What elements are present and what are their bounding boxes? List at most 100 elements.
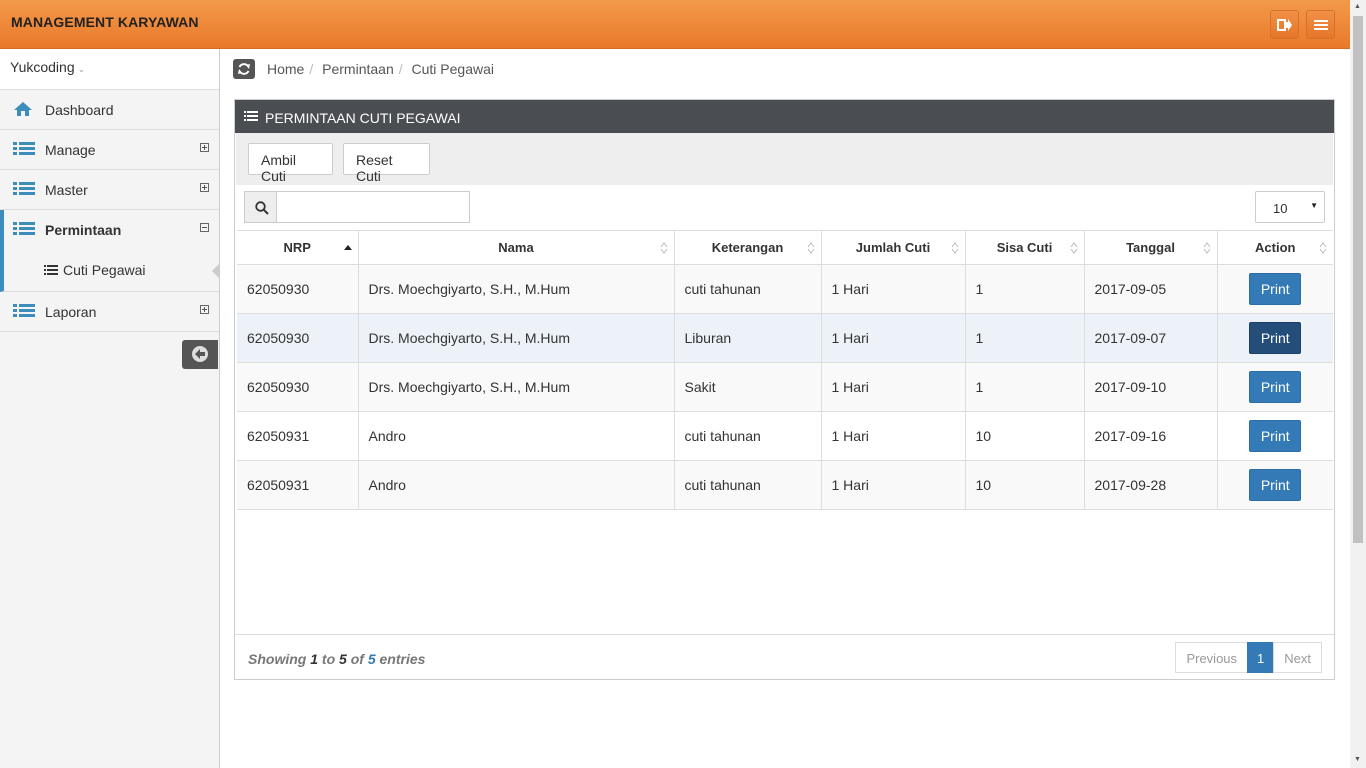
cell-keterangan: Sakit bbox=[674, 362, 822, 412]
cell-nama: Andro bbox=[358, 411, 675, 461]
cell-keterangan: Liburan bbox=[674, 313, 822, 363]
search-addon bbox=[244, 191, 277, 223]
refresh-button[interactable] bbox=[233, 59, 255, 79]
column-header-jumlah-cuti[interactable]: Jumlah Cuti bbox=[821, 230, 966, 265]
ambil-cuti-button[interactable]: Ambil Cuti bbox=[248, 143, 333, 184]
table-row: 62050931 Andro cuti tahunan 1 Hari 10 20… bbox=[237, 460, 1333, 510]
cell-nrp: 62050930 bbox=[237, 264, 359, 314]
expand-icon[interactable] bbox=[200, 305, 209, 314]
sidebar-subitem-cuti-pegawai[interactable]: Cuti Pegawai bbox=[0, 250, 220, 292]
sidebar-collapse-button[interactable] bbox=[182, 340, 218, 369]
sidebar-item-label: Laporan bbox=[45, 304, 97, 320]
cell-nama: Drs. Moechgiyarto, S.H., M.Hum bbox=[358, 362, 675, 412]
arrow-circle-left-icon bbox=[192, 346, 208, 362]
cell-sisa-cuti: 1 bbox=[965, 362, 1085, 412]
sort-icon bbox=[951, 242, 958, 254]
expand-icon[interactable] bbox=[200, 143, 209, 152]
sort-asc-icon bbox=[343, 245, 352, 250]
cell-tanggal: 2017-09-07 bbox=[1084, 313, 1218, 363]
table-row: 62050930 Drs. Moechgiyarto, S.H., M.Hum … bbox=[237, 313, 1333, 363]
menu-toggle-button[interactable] bbox=[1306, 10, 1335, 39]
cell-jumlah-cuti: 1 Hari bbox=[821, 460, 966, 510]
next-page-button[interactable]: Next bbox=[1273, 642, 1322, 673]
panel-footer: Showing 1 to 5 of 5 entries Previous 1 N… bbox=[235, 634, 1334, 679]
print-button[interactable]: Print bbox=[1249, 273, 1302, 305]
print-button[interactable]: Print bbox=[1249, 420, 1302, 452]
print-button[interactable]: Print bbox=[1249, 322, 1302, 354]
collapse-icon[interactable] bbox=[200, 223, 209, 232]
page-button-current[interactable]: 1 bbox=[1247, 642, 1275, 673]
column-header-action[interactable]: Action bbox=[1217, 230, 1333, 265]
sign-out-icon bbox=[1277, 19, 1292, 31]
column-header-tanggal[interactable]: Tanggal bbox=[1084, 230, 1218, 265]
sidebar-item-dashboard[interactable]: Dashboard bbox=[0, 90, 219, 130]
page-scrollbar[interactable]: ▲ ▼ bbox=[1350, 0, 1366, 768]
cell-sisa-cuti: 10 bbox=[965, 411, 1085, 461]
sort-icon bbox=[1203, 242, 1210, 254]
page-length-value: 10 bbox=[1273, 201, 1288, 216]
sidebar-item-label: Dashboard bbox=[45, 102, 114, 118]
cell-nama: Drs. Moechgiyarto, S.H., M.Hum bbox=[358, 313, 675, 363]
cell-action: Print bbox=[1217, 411, 1333, 461]
sidebar: Yukcoding ⌄ Dashboard Manage Master Perm… bbox=[0, 49, 220, 768]
list-icon bbox=[44, 265, 58, 275]
cell-jumlah-cuti: 1 Hari bbox=[821, 362, 966, 412]
list-icon bbox=[13, 182, 35, 195]
print-button[interactable]: Print bbox=[1249, 469, 1302, 501]
column-header-keterangan[interactable]: Keterangan bbox=[674, 230, 822, 265]
cuti-panel: PERMINTAAN CUTI PEGAWAI Ambil Cuti Reset… bbox=[234, 99, 1335, 680]
print-button[interactable]: Print bbox=[1249, 371, 1302, 403]
cell-action: Print bbox=[1217, 460, 1333, 510]
cell-sisa-cuti: 10 bbox=[965, 460, 1085, 510]
breadcrumb-home[interactable]: Home bbox=[267, 61, 304, 77]
cell-tanggal: 2017-09-28 bbox=[1084, 460, 1218, 510]
sort-icon bbox=[1070, 242, 1077, 254]
scroll-up-icon[interactable]: ▲ bbox=[1354, 3, 1361, 10]
expand-icon[interactable] bbox=[200, 183, 209, 192]
table-header-row: NRP Nama Keterangan Jumlah Cuti Sisa Cut… bbox=[237, 230, 1333, 265]
cell-action: Print bbox=[1217, 362, 1333, 412]
app-title: MANAGEMENT KARYAWAN bbox=[11, 14, 199, 30]
breadcrumb-permintaan[interactable]: Permintaan bbox=[322, 61, 394, 77]
search-group bbox=[244, 191, 470, 223]
sort-icon bbox=[807, 242, 814, 254]
sidebar-item-permintaan[interactable]: Permintaan bbox=[0, 210, 219, 250]
column-header-nrp[interactable]: NRP bbox=[237, 230, 359, 265]
scrollbar-thumb[interactable] bbox=[1353, 16, 1363, 543]
logout-button[interactable] bbox=[1270, 10, 1299, 39]
cell-nama: Drs. Moechgiyarto, S.H., M.Hum bbox=[358, 264, 675, 314]
sidebar-item-master[interactable]: Master bbox=[0, 170, 219, 210]
cell-keterangan: cuti tahunan bbox=[674, 411, 822, 461]
list-icon bbox=[13, 142, 35, 155]
search-icon bbox=[255, 201, 269, 215]
table-row: 62050930 Drs. Moechgiyarto, S.H., M.Hum … bbox=[237, 264, 1333, 314]
cuti-table: NRP Nama Keterangan Jumlah Cuti Sisa Cut… bbox=[237, 230, 1333, 510]
breadcrumb-current: Cuti Pegawai bbox=[411, 61, 495, 77]
table-row: 62050931 Andro cuti tahunan 1 Hari 10 20… bbox=[237, 411, 1333, 461]
cell-keterangan: cuti tahunan bbox=[674, 460, 822, 510]
scroll-down-icon[interactable]: ▼ bbox=[1354, 756, 1361, 763]
sidebar-item-laporan[interactable]: Laporan bbox=[0, 292, 219, 332]
home-icon bbox=[14, 102, 32, 116]
top-navbar: MANAGEMENT KARYAWAN bbox=[0, 0, 1350, 49]
user-name: Yukcoding bbox=[10, 59, 75, 75]
active-indicator bbox=[212, 263, 220, 279]
user-dropdown[interactable]: Yukcoding ⌄ bbox=[0, 49, 219, 90]
sidebar-subitem-label: Cuti Pegawai bbox=[63, 262, 146, 278]
search-input[interactable] bbox=[276, 191, 470, 223]
page-length-select[interactable]: 10 ▼ bbox=[1255, 191, 1325, 223]
sidebar-item-label: Permintaan bbox=[45, 222, 122, 238]
previous-page-button[interactable]: Previous bbox=[1175, 642, 1249, 673]
cell-keterangan: cuti tahunan bbox=[674, 264, 822, 314]
column-header-sisa-cuti[interactable]: Sisa Cuti bbox=[965, 230, 1085, 265]
reset-cuti-button[interactable]: Reset Cuti bbox=[343, 143, 430, 184]
sidebar-item-label: Manage bbox=[45, 142, 96, 158]
cell-jumlah-cuti: 1 Hari bbox=[821, 313, 966, 363]
sort-icon bbox=[660, 242, 667, 254]
cell-sisa-cuti: 1 bbox=[965, 313, 1085, 363]
sidebar-item-manage[interactable]: Manage bbox=[0, 130, 219, 170]
panel-toolbar: Ambil Cuti Reset Cuti bbox=[236, 133, 1333, 185]
cell-nrp: 62050931 bbox=[237, 411, 359, 461]
caret-down-icon: ▼ bbox=[1310, 201, 1318, 210]
column-header-nama[interactable]: Nama bbox=[358, 230, 675, 265]
